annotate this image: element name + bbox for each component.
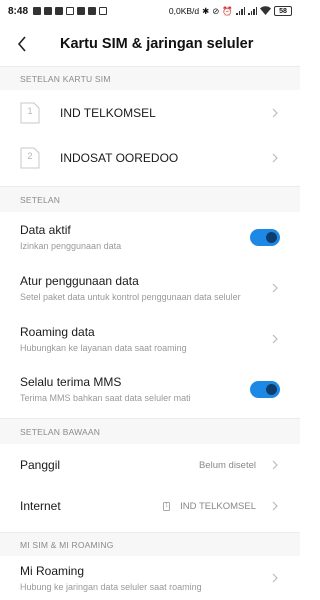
- facebook-notification-icon: [33, 7, 42, 15]
- status-time: 8:48: [8, 5, 29, 17]
- chevron-right-icon: [270, 571, 280, 585]
- chevron-right-icon: [270, 499, 280, 513]
- sim-slot-icon: 1: [163, 501, 171, 511]
- setting-title: Internet: [20, 499, 61, 513]
- chevron-right-icon: [270, 106, 280, 120]
- dnd-off-icon: ⊘: [212, 5, 220, 16]
- sim-card-icon: 2: [20, 147, 40, 169]
- section-header-settings: SETELAN: [0, 186, 300, 212]
- mms-toggle[interactable]: [250, 380, 280, 398]
- default-panggil[interactable]: Panggil Belum disetel: [0, 444, 300, 486]
- data-aktif-toggle[interactable]: [250, 228, 280, 246]
- chevron-right-icon: [270, 458, 280, 472]
- bluetooth-icon: ✱: [202, 5, 210, 16]
- sim-name: IND TELKOMSEL: [60, 106, 156, 120]
- signal-icon: [248, 7, 257, 15]
- wifi-icon: [260, 5, 271, 17]
- setting-data-aktif[interactable]: Data aktif Izinkan penggunaan data: [0, 212, 300, 262]
- status-bar: 8:48 0,0KB/d ✱ ⊘ ⏰ 58: [0, 0, 300, 22]
- battery-icon: 58: [274, 6, 292, 16]
- signal-icon: [236, 7, 245, 15]
- setting-title: Mi Roaming: [20, 563, 85, 578]
- facebook-notification-icon: [88, 7, 97, 15]
- app-header: Kartu SIM & jaringan seluler: [0, 22, 300, 66]
- setting-roaming-data[interactable]: Roaming data Hubungkan ke layanan data s…: [0, 314, 300, 364]
- notification-icon: [66, 7, 75, 15]
- back-arrow-icon: [17, 36, 26, 52]
- setting-title: Roaming data: [20, 324, 95, 339]
- setting-title: Atur penggunaan data: [20, 273, 139, 288]
- internet-value: 1 IND TELKOMSEL: [163, 501, 256, 512]
- chevron-right-icon: [270, 281, 280, 295]
- chevron-right-icon: [270, 151, 280, 165]
- facebook-notification-icon: [77, 7, 86, 15]
- setting-subtitle: Hubung ke jaringan data seluler saat roa…: [20, 581, 202, 592]
- setting-title: Data aktif: [20, 222, 71, 237]
- toggle-knob: [266, 231, 277, 243]
- panggil-value: Belum disetel: [198, 459, 256, 471]
- back-button[interactable]: [0, 22, 44, 66]
- setting-subtitle: Hubungkan ke layanan data saat roaming: [20, 342, 187, 353]
- setting-subtitle: Izinkan penggunaan data: [20, 240, 122, 251]
- setting-selalu-terima-mms[interactable]: Selalu terima MMS Terima MMS bahkan saat…: [0, 364, 300, 414]
- setting-title: Panggil: [20, 458, 61, 472]
- setting-atur-penggunaan-data[interactable]: Atur penggunaan data Setel paket data un…: [0, 262, 300, 314]
- page-title: Kartu SIM & jaringan seluler: [60, 36, 254, 52]
- setting-subtitle: Setel paket data untuk kontrol penggunaa…: [20, 291, 241, 302]
- section-header-default: SETELAN BAWAAN: [0, 418, 300, 444]
- facebook-notification-icon: [55, 7, 64, 15]
- alarm-icon: ⏰: [222, 5, 233, 16]
- mi-roaming[interactable]: Mi Roaming Hubung ke jaringan data selul…: [0, 556, 300, 600]
- setting-title: Selalu terima MMS: [20, 374, 122, 389]
- default-internet[interactable]: Internet 1 IND TELKOMSEL: [0, 486, 300, 526]
- facebook-notification-icon: [44, 7, 53, 15]
- network-speed: 0,0KB/d: [168, 6, 200, 16]
- section-header-sim: SETELAN KARTU SIM: [0, 66, 300, 90]
- sim-card-icon: 1: [20, 102, 40, 124]
- setting-subtitle: Terima MMS bahkan saat data seluler mati: [20, 392, 191, 403]
- toggle-knob: [266, 383, 277, 395]
- laptop-icon: [99, 7, 108, 15]
- chevron-right-icon: [270, 332, 280, 346]
- sim-item-2[interactable]: 2 INDOSAT OOREDOO: [0, 136, 300, 180]
- section-header-mi-sim: MI SIM & MI ROAMING: [0, 532, 300, 556]
- sim-item-1[interactable]: 1 IND TELKOMSEL: [0, 90, 300, 136]
- sim-name: INDOSAT OOREDOO: [60, 151, 179, 165]
